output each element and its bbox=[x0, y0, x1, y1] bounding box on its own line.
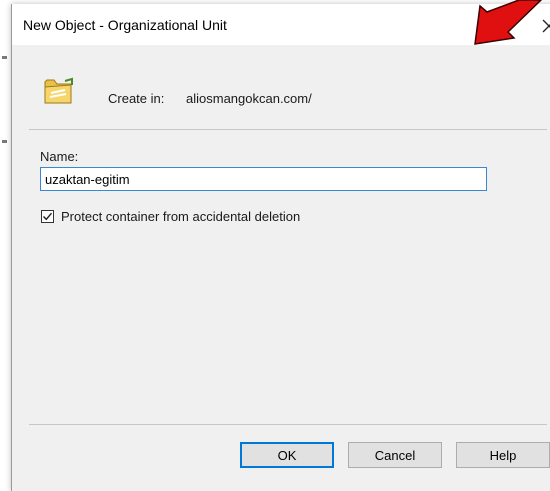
help-button[interactable]: Help bbox=[456, 442, 550, 468]
background-mark bbox=[2, 140, 7, 143]
cancel-button[interactable]: Cancel bbox=[348, 442, 442, 468]
create-in-path: aliosmangokcan.com/ bbox=[186, 91, 312, 106]
protect-container-checkbox[interactable] bbox=[41, 210, 54, 223]
background-mark bbox=[2, 56, 7, 59]
organizational-unit-folder-icon bbox=[44, 77, 73, 104]
name-label: Name: bbox=[40, 149, 79, 164]
name-input[interactable] bbox=[40, 167, 487, 191]
protect-container-label: Protect container from accidental deleti… bbox=[61, 209, 301, 224]
separator bbox=[29, 424, 547, 425]
new-object-dialog: New Object - Organizational Unit Create … bbox=[11, 0, 550, 491]
ok-button[interactable]: OK bbox=[240, 442, 334, 468]
create-in-label: Create in: bbox=[108, 91, 165, 106]
annotation-arrow-icon bbox=[474, 0, 543, 45]
dialog-title: New Object - Organizational Unit bbox=[23, 17, 227, 33]
checkmark-icon bbox=[43, 212, 53, 221]
separator bbox=[29, 129, 547, 130]
